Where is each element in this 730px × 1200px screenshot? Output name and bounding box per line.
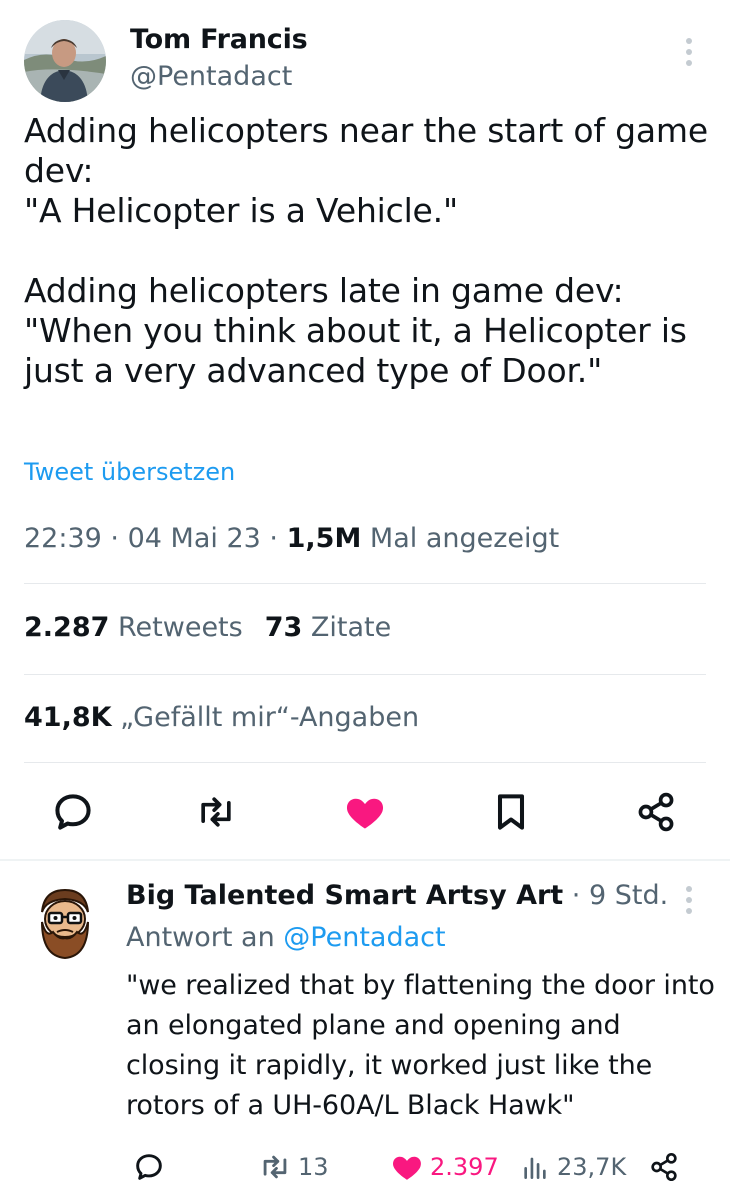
author-photo: [24, 20, 106, 102]
reply-more-menu[interactable]: [675, 878, 703, 922]
bookmark-icon: [497, 794, 525, 830]
reply-button[interactable]: [45, 784, 101, 840]
reply-age[interactable]: 9 Std.: [589, 880, 668, 911]
share-nodes-icon: [638, 792, 674, 832]
reply-like-count: 2.397: [430, 1153, 499, 1181]
heart-icon: [393, 1156, 421, 1180]
tweet-more-menu[interactable]: [675, 30, 703, 74]
retweet-arrows-icon: [263, 1155, 287, 1179]
retweet-arrows-icon: [201, 797, 231, 827]
retweets-stat[interactable]: 2.287 Retweets: [24, 612, 243, 643]
bar-chart-icon: [524, 1157, 546, 1179]
reply-reply-button[interactable]: [133, 1150, 165, 1184]
share-button[interactable]: [628, 784, 684, 840]
heart-icon: [346, 798, 384, 829]
tweet-time[interactable]: 22:39: [24, 523, 102, 554]
views-label: Mal angezeigt: [369, 523, 560, 554]
reply-author-line: Big Talented Smart Artsy Art · 9 Std.: [126, 880, 669, 911]
tweet-meta: 22:39 · 04 Mai 23 · 1,5M Mal angezeigt: [24, 523, 560, 554]
reply-views-button[interactable]: 23,7K: [519, 1150, 626, 1184]
author-avatar[interactable]: [24, 20, 106, 102]
reply-author-name[interactable]: Big Talented Smart Artsy Art: [126, 880, 563, 911]
divider: [24, 674, 706, 675]
tweet-text: Adding helicopters near the start of gam…: [24, 111, 708, 390]
bookmark-button[interactable]: [483, 784, 539, 840]
quotes-stat[interactable]: 73 Zitate: [265, 612, 392, 643]
divider: [24, 762, 706, 763]
likes-stat[interactable]: 41,8K „Gefällt mir“-Angaben: [24, 702, 419, 733]
retweet-button[interactable]: [188, 784, 244, 840]
vertical-ellipsis-icon: [686, 886, 692, 892]
speech-bubble-icon: [136, 1154, 162, 1180]
reply-author-avatar[interactable]: [24, 882, 106, 964]
author-handle[interactable]: @Pentadact: [130, 61, 292, 92]
reply-like-button[interactable]: 2.397: [390, 1150, 499, 1184]
like-button[interactable]: [337, 784, 393, 840]
author-name[interactable]: Tom Francis: [130, 24, 308, 55]
reply-share-button[interactable]: [648, 1150, 680, 1184]
tweet-date[interactable]: 04 Mai 23: [128, 523, 261, 554]
share-nodes-icon: [651, 1153, 677, 1181]
reply-text: "we realized that by flattening the door…: [126, 970, 715, 1121]
reply-views-count: 23,7K: [557, 1153, 627, 1181]
reply-mention-link[interactable]: @Pentadact: [283, 922, 445, 953]
speech-bubble-icon: [55, 794, 91, 830]
vertical-ellipsis-icon: [686, 38, 692, 44]
reply-retweet-count: 13: [298, 1153, 329, 1181]
reply-to-line: Antwort an @Pentadact: [126, 922, 446, 953]
section-divider: [0, 859, 730, 861]
translate-tweet-link[interactable]: Tweet übersetzen: [24, 458, 235, 486]
retweet-quote-stats: 2.287 Retweets 73 Zitate: [24, 612, 391, 643]
views-count: 1,5M: [286, 523, 362, 554]
reply-retweet-button[interactable]: 13: [258, 1150, 329, 1184]
divider: [24, 583, 706, 584]
cartoon-avatar: [24, 882, 106, 964]
